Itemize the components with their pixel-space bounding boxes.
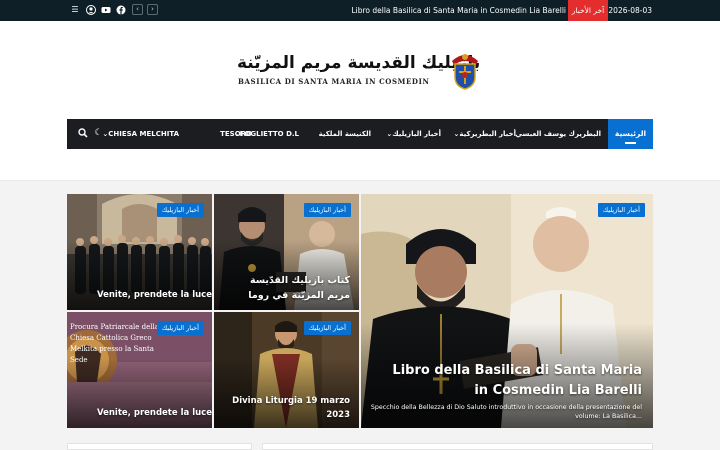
post-title[interactable]: Venite, prendete la luce [97,408,212,418]
post-tile-procura[interactable]: Procura Patriarcale della Chiesa Cattoli… [67,312,212,428]
nav-home[interactable]: الرئيسية [608,119,653,149]
next-news-button[interactable]: › [147,4,158,15]
post-tile-divina-liturgia[interactable]: أخبار البازيليك Divina Liturgia 19 marzo… [214,312,359,428]
search-icon[interactable] [77,128,88,139]
featured-title[interactable]: Libro della Basilica di Santa Maria in C… [382,361,642,401]
dark-mode-icon[interactable]: ☾ [93,128,104,139]
sidebar-card-edge [67,443,252,450]
youtube-icon[interactable] [101,5,111,15]
menu-icon[interactable]: ☰ [70,5,80,15]
nav-patriarchate-news[interactable]: ⌄أخبار البطريركية [454,119,517,149]
nav-patriarch[interactable]: البطريرك يوسف العبسي [515,119,601,149]
category-badge[interactable]: أخبار البازيليك [303,203,351,217]
category-badge[interactable]: أخبار البازيليك [156,321,204,335]
site-header: بازيليك القديسة مريم المزيّنة BASILICA D… [0,21,720,119]
top-bar: ☰ ‹ › Libro della Basilica di Santa Mari… [0,0,720,21]
facebook-icon[interactable] [116,5,126,15]
featured-excerpt: Specchio della Bellezza di Dio Saluto in… [370,404,642,420]
ticker-headline[interactable]: Libro della Basilica di Santa Maria in C… [351,6,566,15]
post-tile-choir[interactable]: أخبار البازيليك Venite, prendete la luce [67,194,212,310]
featured-post[interactable]: أخبار البازيليك Libro della Basilica di … [361,194,653,428]
post-title[interactable]: كتاب بازيليك القدّيسة مريم المزيّنة في ر… [228,273,350,303]
user-icon[interactable] [86,5,96,15]
post-tile-book-rome[interactable]: أخبار البازيليك كتاب بازيليك القدّيسة مر… [214,194,359,310]
post-title[interactable]: Venite, prendete la luce [97,290,212,300]
nav-tesoro[interactable]: TESORO [220,119,252,149]
category-badge[interactable]: أخبار البازيليك [156,203,204,217]
top-date: 2026-08-03 [608,6,652,15]
nav-basilica-news[interactable]: ⌄أخبار البازيليك [386,119,441,149]
category-badge[interactable]: أخبار البازيليك [597,203,645,217]
ticker-label: آخر الأخبار [568,0,608,21]
prev-news-button[interactable]: ‹ [132,4,143,15]
category-badge[interactable]: أخبار البازيليك [303,321,351,335]
main-nav: الرئيسية البطريرك يوسف العبسي ⌄أخبار الب… [67,119,653,149]
logo-title-english[interactable]: BASILICA DI SANTA MARIA IN COSMEDIN [238,77,429,86]
navigation-area: الرئيسية البطريرك يوسف العبسي ⌄أخبار الب… [0,119,720,181]
content-card-edge [262,443,653,450]
nav-melkite-church[interactable]: الكنيسة الملكية [319,119,371,149]
logo-title-arabic[interactable]: بازيليك القديسة مريم المزيّنة [237,53,480,73]
post-title[interactable]: Divina Liturgia 19 marzo 2023 [230,394,350,422]
nav-chiesa-melchita[interactable]: ⌄CHIESA MELCHITA [102,119,179,149]
basilica-crest-icon[interactable] [448,51,482,91]
